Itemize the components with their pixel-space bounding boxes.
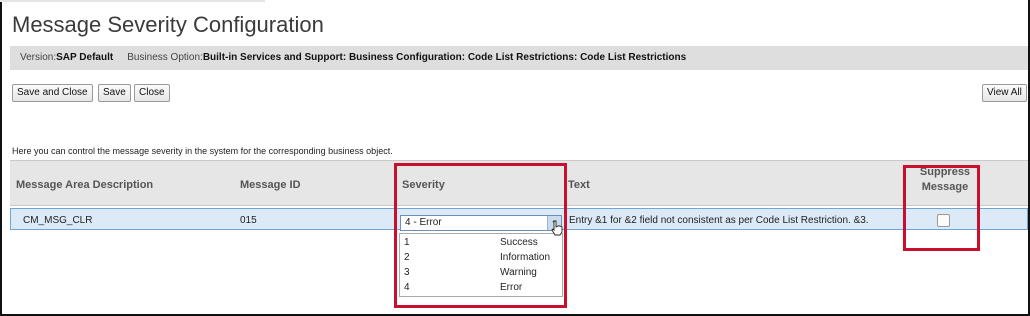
info-bar: Version:SAP Default Business Option:Built… — [10, 46, 1028, 70]
save-button[interactable]: Save — [98, 84, 131, 102]
version-value: SAP Default — [56, 52, 114, 63]
close-button[interactable]: Close — [134, 84, 170, 102]
column-header-area[interactable]: Message Area Description — [16, 179, 153, 191]
highlight-suppress-column — [903, 165, 980, 251]
row-area: CM_MSG_CLR — [23, 215, 93, 226]
row-text: Entry &1 for &2 field not consistent as … — [569, 215, 869, 226]
column-header-text[interactable]: Text — [568, 179, 590, 191]
top-divider — [0, 0, 265, 2]
column-header-message-id[interactable]: Message ID — [240, 179, 301, 191]
view-all-button[interactable]: View All — [982, 84, 1027, 102]
save-and-close-button[interactable]: Save and Close — [12, 84, 93, 102]
version-label: Version: — [20, 52, 57, 63]
highlight-severity-column — [394, 163, 567, 308]
business-option-value: Built-in Services and Support: Business … — [202, 52, 687, 63]
row-message-id: 015 — [240, 215, 257, 226]
business-option-label: Business Option: — [127, 52, 203, 63]
help-text: Here you can control the message severit… — [12, 146, 393, 156]
page-title: Message Severity Configuration — [12, 12, 324, 37]
